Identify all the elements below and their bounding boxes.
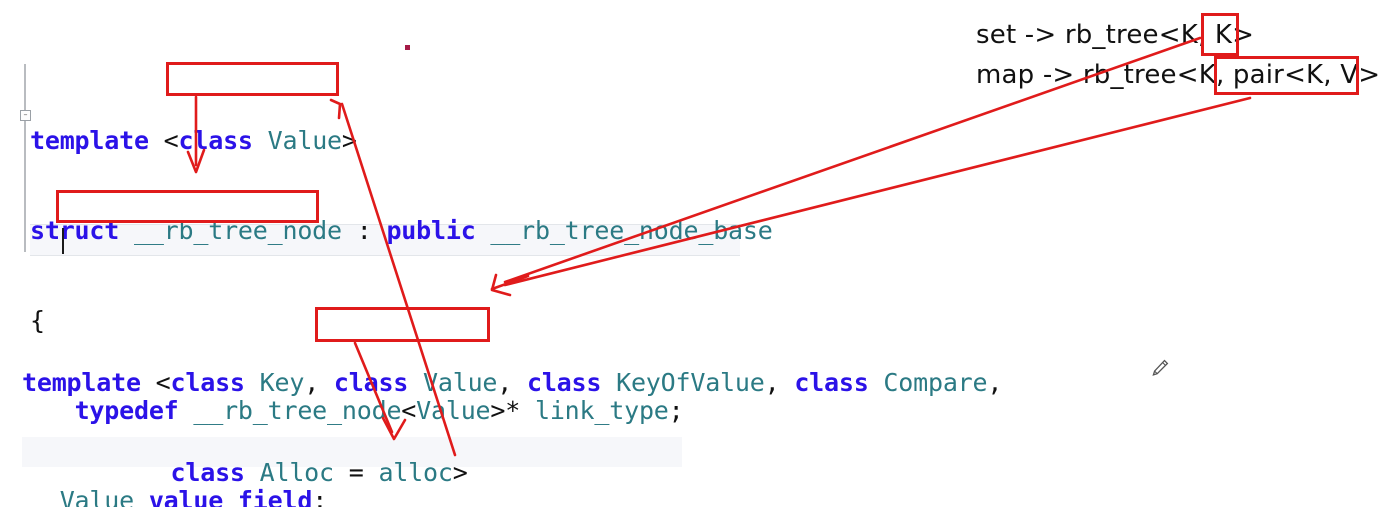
annotation-map-note: map -> rb_tree<K, pair<K, V>> bbox=[976, 60, 1383, 90]
code-line[interactable]: class Alloc = alloc> bbox=[22, 458, 1002, 488]
screenshot-root: – template <class Value> struct __rb_tre… bbox=[0, 0, 1383, 507]
pencil-icon bbox=[1148, 357, 1172, 385]
code-fold-rail-top[interactable] bbox=[24, 64, 26, 252]
code-line[interactable]: template <class Value> bbox=[30, 126, 773, 156]
text-caret bbox=[62, 228, 64, 254]
code-block-rb-tree-class[interactable]: template <class Key, class Value, class … bbox=[22, 308, 1002, 507]
code-line[interactable]: template <class Key, class Value, class … bbox=[22, 368, 1002, 398]
code-line[interactable]: struct __rb_tree_node : public __rb_tree… bbox=[30, 216, 773, 246]
annotation-set-note: set -> rb_tree<K, K> bbox=[976, 20, 1255, 50]
editor-mark-dot bbox=[405, 45, 410, 50]
